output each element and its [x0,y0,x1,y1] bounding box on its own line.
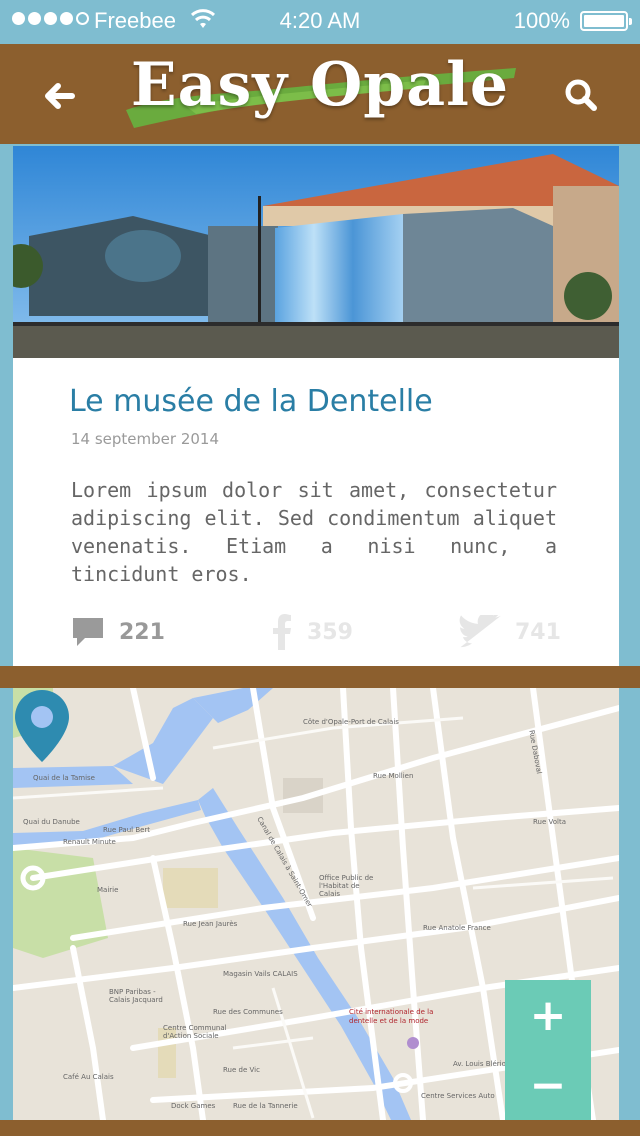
map-label-bnp: BNP Paribas - Calais Jacquard [109,988,163,1004]
map-label-rue-jean-jaures: Rue Jean Jaurès [183,920,238,928]
comments-stat[interactable]: 221 [71,610,165,654]
bottom-divider [0,1120,640,1136]
map-label-centre: Centre Communal d'Action Sociale [163,1024,227,1040]
battery-icon [580,11,632,31]
article-date: 14 september 2014 [71,430,220,448]
status-bar: Freebee 4:20 AM 100% [0,0,640,40]
twitter-icon [459,615,501,648]
article-body: Lorem ipsum dolor sit amet, consectetur … [71,478,557,586]
map-zoom-controls: + − [505,980,591,1120]
facebook-count: 359 [307,619,353,645]
facebook-stat[interactable]: 359 [271,610,353,654]
facebook-icon [273,614,291,650]
map-label-quai-danube: Quai du Danube [23,818,80,826]
map-label-dock: Dock Games [171,1102,216,1110]
map-view[interactable]: Quai de la Tamise Quai du Danube Renault… [13,688,619,1120]
map-label-mairie: Mairie [97,886,119,894]
map-label-rue-volta: Rue Volta [533,818,567,826]
map-label-rue-des-communes: Rue des Communes [213,1008,283,1016]
map-label-quai-tamise: Quai de la Tamise [33,774,95,782]
map-pin-icon[interactable] [13,688,71,764]
zoom-in-button[interactable]: + [505,980,591,1050]
article-hero-image [13,146,619,358]
section-divider [0,666,640,688]
article-stats: 221 359 741 [13,610,619,654]
zoom-out-button[interactable]: − [505,1050,591,1120]
map-label-rue-de-vic: Rue de Vic [223,1066,260,1074]
twitter-count: 741 [515,619,561,645]
battery-percent: 100% [513,8,570,33]
comments-count: 221 [119,619,165,645]
map-label-rue-tannerie: Rue de la Tannerie [233,1102,298,1110]
search-icon[interactable] [560,74,604,118]
article-card[interactable]: Le musée de la Dentelle 14 september 201… [13,146,619,666]
map-label-office: Office Public de l'Habitat de Calais [319,874,374,898]
map-label-cote-opale: Côte d'Opale-Port de Calais [303,718,399,726]
twitter-stat[interactable]: 741 [459,610,561,654]
comment-icon [73,618,103,646]
map-label-centre-services: Centre Services Auto [421,1092,495,1100]
app-header: Easy Opale [0,44,640,144]
map-label-renault: Renault Minute [63,838,116,846]
map-label-magasin: Magasin Vails CALAIS [223,970,298,978]
article-title[interactable]: Le musée de la Dentelle [69,384,433,419]
map-label-rue-anatole: Rue Anatole France [423,924,491,932]
map-label-av-blerio: Av. Louis Blériot [453,1060,509,1068]
map-label-rue-paul-bert: Rue Paul Bert [103,826,151,834]
map-poi-label[interactable]: Cité internationale de la dentelle et de… [349,1008,449,1026]
map-label-rue-mollien: Rue Mollien [373,772,414,780]
map-label-cafe: Café Au Calais [63,1073,114,1081]
app-logo: Easy Opale [130,50,510,120]
